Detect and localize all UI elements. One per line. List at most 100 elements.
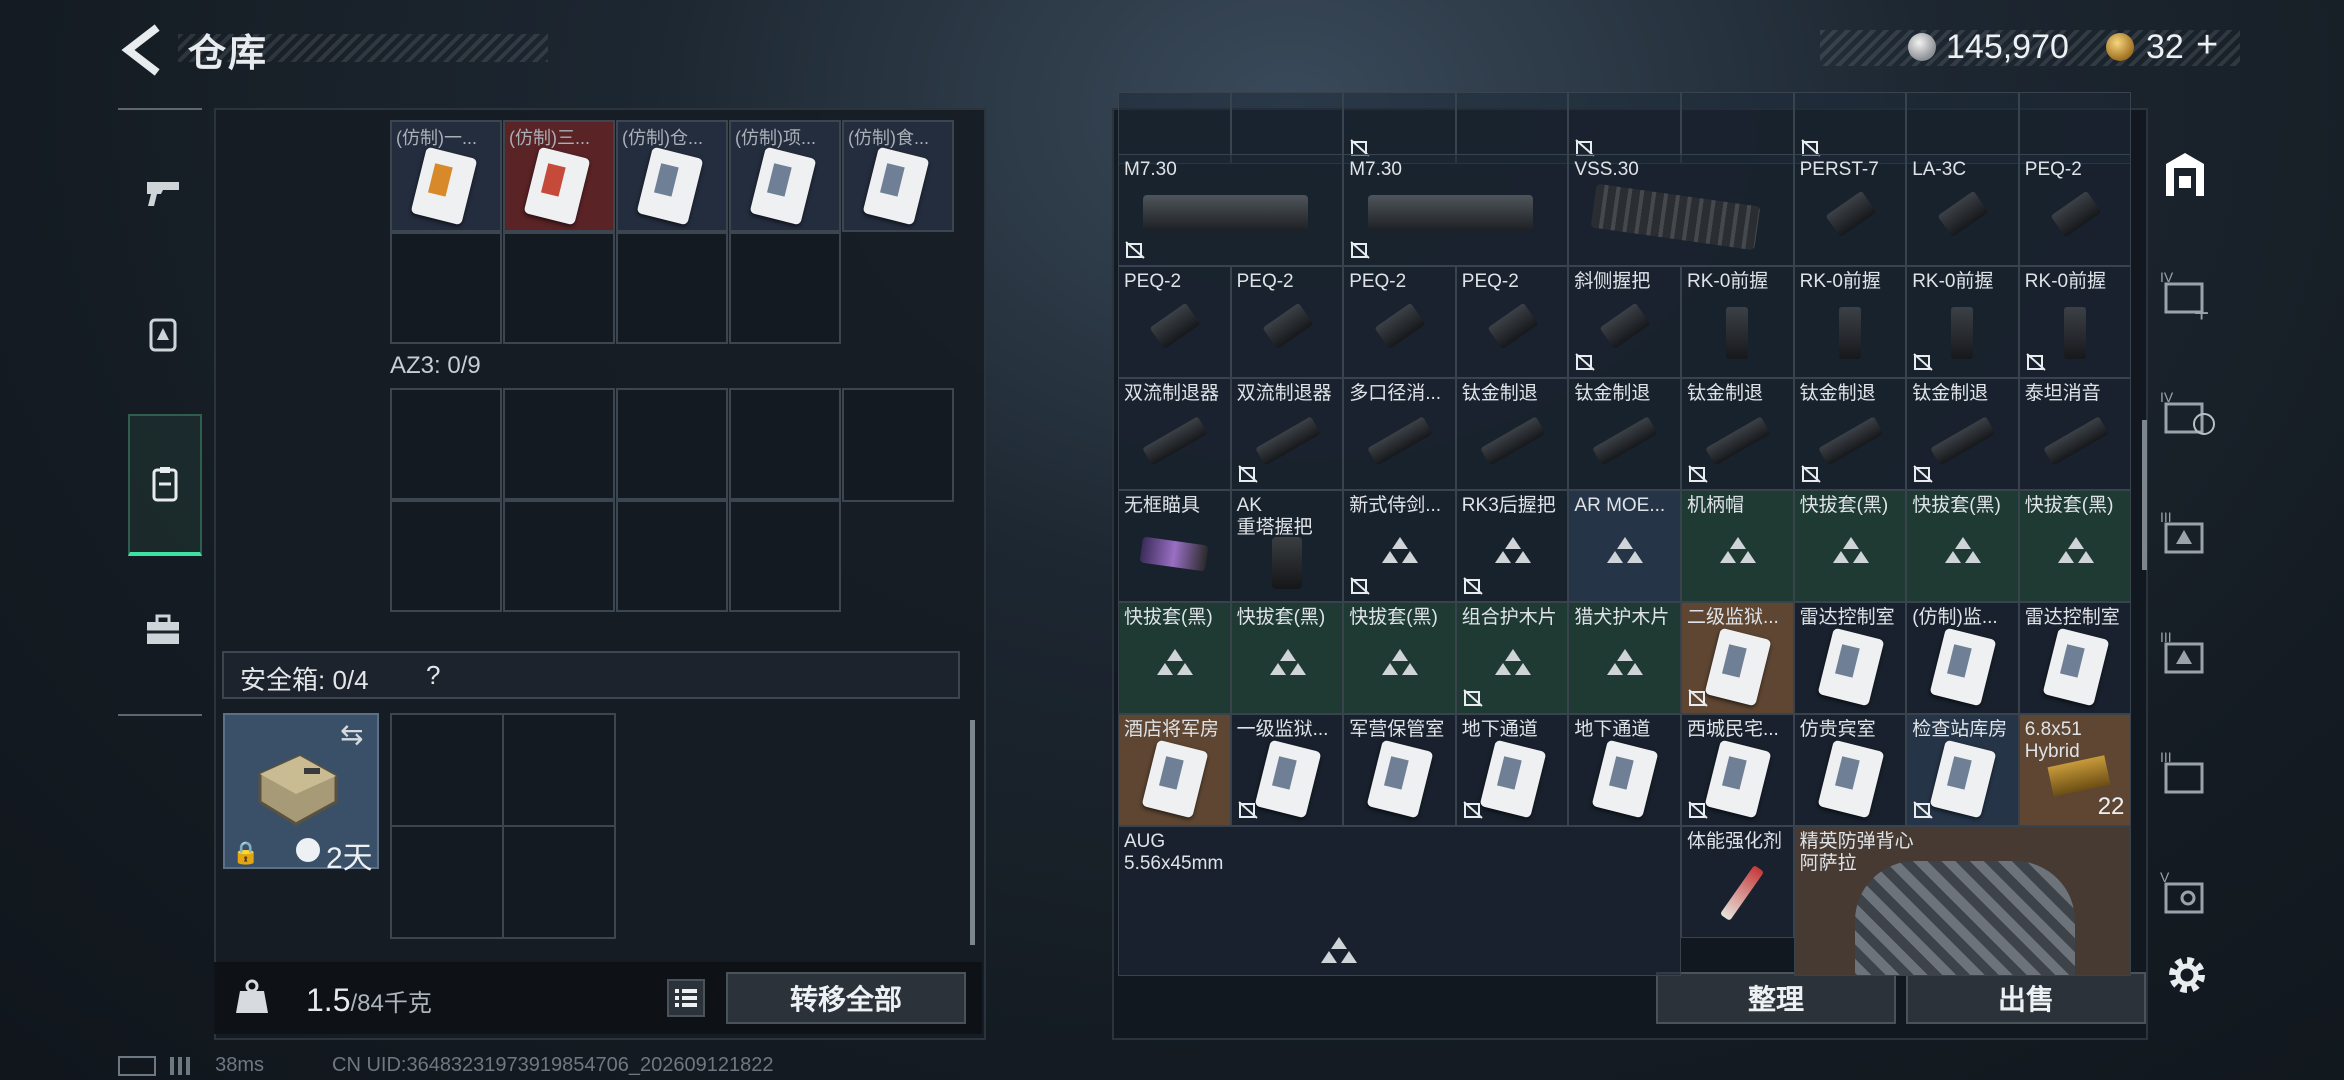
item-label: RK-0前握 — [1687, 271, 1769, 292]
stash-slot[interactable]: 雷达控制室 — [2018, 602, 2132, 714]
stash-slot[interactable]: 6.8x51 Hybrid 22 — [2018, 714, 2132, 826]
swap-icon[interactable]: ⇆ — [340, 718, 363, 751]
stash-slot[interactable]: 地下通道 — [1568, 714, 1681, 826]
right-scrollbar[interactable] — [2142, 420, 2147, 570]
empty-slot[interactable] — [390, 388, 502, 500]
empty-slot[interactable] — [616, 232, 728, 344]
stash-slot[interactable]: 雷达控制室 — [1793, 602, 1907, 714]
weapon-aug-slot[interactable]: AUG 5.56x45mm — [1118, 826, 1681, 977]
stash-slot[interactable]: LA-3C — [1906, 154, 2019, 266]
empty-slot[interactable] — [503, 388, 615, 500]
stash-slot[interactable]: 双流制退器 — [1230, 378, 1344, 490]
stash-slot[interactable]: 快拔套(黑) — [1230, 602, 1344, 714]
stash-slot[interactable]: 二级监狱... — [1681, 602, 1794, 714]
stash-slot[interactable]: 组合护木片 — [1455, 602, 1569, 714]
back-arrow-icon[interactable] — [118, 24, 166, 76]
gear-icon[interactable] — [2164, 952, 2210, 998]
inventory-slot[interactable]: (仿制)仓... — [616, 120, 728, 232]
sort-button[interactable]: 整理 — [1656, 972, 1896, 1024]
empty-slot[interactable] — [729, 232, 841, 344]
stash-slot[interactable]: 机柄帽 — [1681, 490, 1794, 602]
stash-slot[interactable]: 钛金制退 — [1906, 378, 2019, 490]
empty-item-placeholder-icon — [2057, 537, 2094, 563]
stash-slot[interactable]: 快拔套(黑) — [1343, 602, 1456, 714]
empty-slot[interactable] — [616, 388, 728, 500]
stash-slot[interactable]: 钛金制退 — [1793, 378, 1907, 490]
stash-tab-4[interactable]: IV + — [2158, 264, 2218, 328]
stash-slot[interactable]: 钛金制退 — [1681, 378, 1794, 490]
stash-slot[interactable]: 新式侍剑... — [1343, 490, 1456, 602]
stash-slot[interactable]: RK-0前握 — [1681, 266, 1794, 378]
stash-slot[interactable]: 一级监狱... — [1230, 714, 1344, 826]
stash-slot[interactable]: M7.30 — [1343, 154, 1569, 266]
stash-tab-5[interactable]: V — [2158, 864, 2218, 924]
stash-slot[interactable]: M7.30 — [1118, 154, 1344, 266]
left-scrollbar[interactable] — [970, 720, 975, 945]
inventory-slot[interactable]: (仿制)项... — [729, 120, 841, 232]
rail-weapons[interactable] — [128, 144, 198, 240]
stash-slot[interactable]: 泰坦消音 — [2018, 378, 2132, 490]
stash-slot[interactable]: PERST-7 — [1793, 154, 1907, 266]
inventory-slot[interactable]: (仿制)食... — [842, 120, 954, 232]
stash-slot[interactable]: 双流制退器 — [1118, 378, 1231, 490]
stash-slot[interactable]: 无框瞄具 — [1118, 490, 1231, 602]
stash-tab-3b[interactable]: III — [2158, 624, 2218, 684]
grip-icon — [1271, 537, 1302, 589]
stash-slot[interactable]: 多口径消... — [1343, 378, 1456, 490]
stash-slot[interactable]: 军营保管室 — [1343, 714, 1456, 826]
stash-slot[interactable]: 钛金制退 — [1568, 378, 1681, 490]
help-button[interactable]: ? — [426, 660, 440, 691]
empty-slot[interactable] — [616, 500, 728, 612]
empty-slot[interactable] — [503, 500, 615, 612]
uninsured-icon — [1463, 801, 1483, 819]
empty-slot[interactable] — [390, 232, 502, 344]
stash-slot[interactable]: 猎犬护木片 — [1568, 602, 1681, 714]
empty-slot[interactable] — [729, 500, 841, 612]
stash-slot[interactable]: RK-0前握 — [2018, 266, 2132, 378]
stash-slot[interactable]: PEQ-2 — [1455, 266, 1569, 378]
energy-item-slot[interactable]: 体能强化剂 — [1681, 826, 1794, 938]
empty-slot[interactable] — [729, 388, 841, 500]
stash-slot[interactable]: 快拔套(黑) — [1906, 490, 2019, 602]
stash-slot[interactable]: AK 重塔握把 — [1230, 490, 1344, 602]
inventory-slot[interactable]: (仿制)三... — [503, 120, 615, 232]
stash-slot[interactable]: 检查站库房 — [1906, 714, 2019, 826]
stash-slot[interactable]: 快拔套(黑) — [2018, 490, 2132, 602]
stash-slot[interactable]: PEQ-2 — [1118, 266, 1231, 378]
stash-slot[interactable]: RK3后握把 — [1455, 490, 1569, 602]
empty-slot[interactable] — [503, 232, 615, 344]
stash-slot[interactable]: PEQ-2 — [2018, 154, 2132, 266]
rail-toolbox[interactable] — [128, 582, 198, 678]
stash-slot[interactable]: AR MOE... — [1568, 490, 1681, 602]
stash-slot[interactable]: 地下通道 — [1455, 714, 1569, 826]
sell-button[interactable]: 出售 — [1906, 972, 2146, 1024]
stash-slot[interactable]: 斜侧握把 — [1568, 266, 1681, 378]
empty-slot[interactable] — [390, 500, 502, 612]
stash-slot[interactable]: RK-0前握 — [1906, 266, 2019, 378]
stash-slot[interactable]: 仿贵宾室 — [1793, 714, 1907, 826]
stash-slot[interactable]: 钛金制退 — [1455, 378, 1569, 490]
transfer-all-button[interactable]: 转移全部 — [726, 972, 966, 1024]
list-view-icon[interactable] — [666, 978, 706, 1018]
stash-tab-3[interactable]: III — [2158, 504, 2218, 564]
stash-slot[interactable]: 西城民宅... — [1681, 714, 1794, 826]
rail-gear[interactable] — [128, 286, 198, 382]
stash-slot[interactable]: VSS.30 — [1568, 154, 1794, 266]
stash-slot[interactable]: RK-0前握 — [1793, 266, 1907, 378]
add-coin-button[interactable]: + — [2196, 24, 2218, 67]
rail-container[interactable] — [128, 414, 202, 556]
stash-slot[interactable]: 快拔套(黑) — [1118, 602, 1231, 714]
inventory-slot[interactable]: (仿制)一... — [390, 120, 502, 232]
stash-tab-active[interactable] — [2162, 150, 2208, 200]
stash-slot[interactable]: PEQ-2 — [1230, 266, 1344, 378]
stash-slot[interactable]: 快拔套(黑) — [1793, 490, 1907, 602]
stash-slot[interactable]: PEQ-2 — [1343, 266, 1456, 378]
stash-slot[interactable]: 酒店将军房 — [1118, 714, 1231, 826]
armor-vest-slot[interactable]: 精英防弹背心 阿萨拉 — [1793, 826, 2132, 977]
stash-slot[interactable]: (仿制)监... — [1906, 602, 2019, 714]
item-label: AK 重塔握把 — [1236, 495, 1313, 538]
magazine-icon — [1591, 183, 1761, 251]
stash-tab-3c[interactable]: III — [2158, 744, 2218, 804]
stash-tab-4b[interactable]: IV — [2158, 384, 2218, 444]
empty-slot[interactable] — [842, 388, 954, 502]
